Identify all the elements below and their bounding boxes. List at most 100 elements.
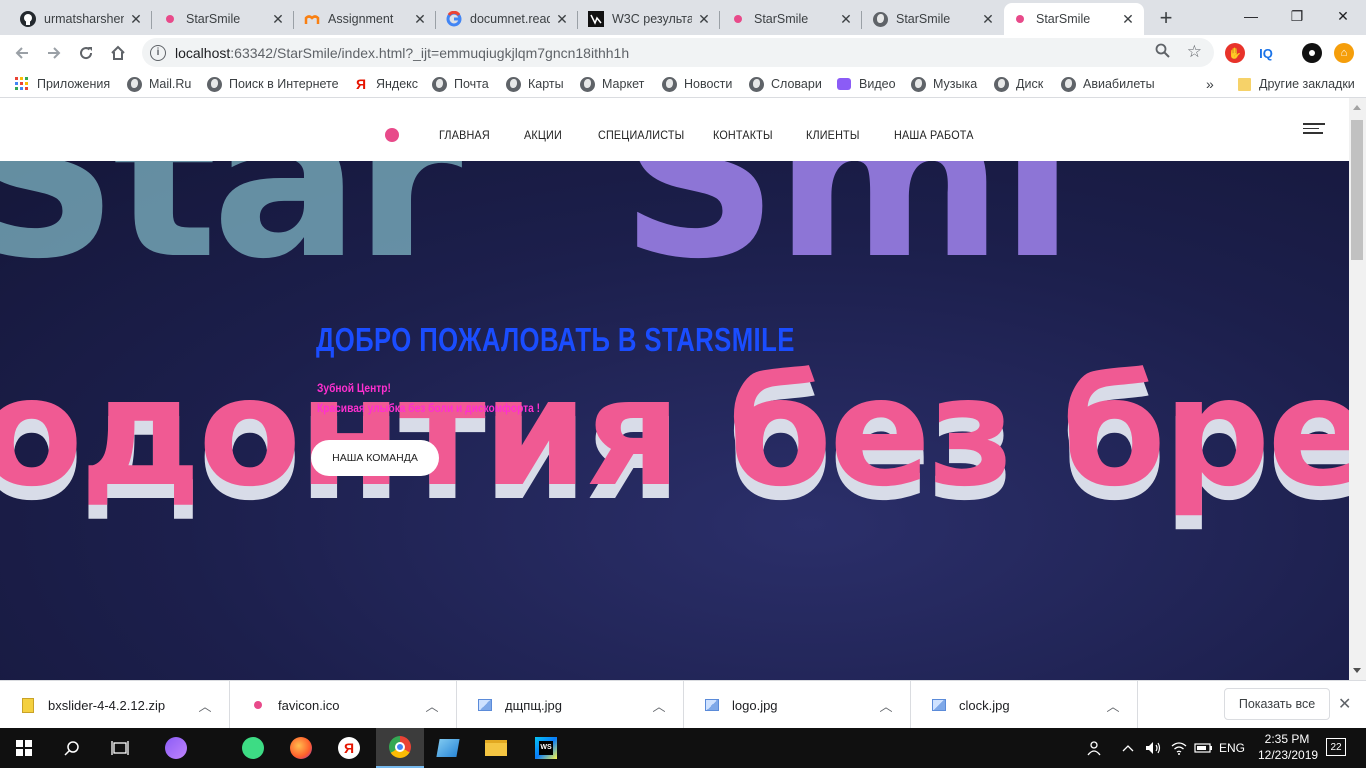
chevron-up-icon[interactable]: ︿ (420, 696, 444, 715)
tab-github[interactable]: urmatsharshen ✕ (12, 3, 152, 35)
maximize-button[interactable]: ❐ (1274, 0, 1320, 32)
bookmarks-overflow-button[interactable]: » (1206, 75, 1214, 93)
reload-button[interactable] (72, 39, 100, 67)
download-item[interactable]: дщпщ.jpg ︿ (457, 681, 684, 729)
taskbar-android-studio[interactable] (229, 728, 277, 768)
iq-extension-icon[interactable]: IQ (1256, 43, 1276, 63)
chevron-up-icon[interactable]: ︿ (647, 696, 671, 715)
search-icon (64, 741, 79, 756)
bookmark-mail[interactable]: Почта (431, 75, 489, 93)
scroll-down-icon[interactable] (1353, 668, 1361, 673)
close-tab-icon[interactable]: ✕ (554, 11, 570, 27)
our-team-button[interactable]: НАША КОМАНДА (311, 440, 439, 476)
site-logo[interactable] (385, 128, 399, 142)
zip-file-icon (20, 697, 36, 713)
profile-avatar[interactable] (1302, 43, 1322, 63)
task-view-button[interactable] (96, 728, 144, 768)
globe-icon (993, 76, 1009, 92)
close-tab-icon[interactable]: ✕ (1120, 11, 1136, 27)
nav-clients[interactable]: КЛИЕНТЫ (806, 128, 860, 142)
bookmark-maps[interactable]: Карты (505, 75, 564, 93)
search-button[interactable] (48, 728, 96, 768)
taskbar-firefox[interactable] (277, 728, 325, 768)
nav-promotions[interactable]: АКЦИИ (524, 128, 562, 142)
show-all-downloads-button[interactable]: Показать все (1224, 688, 1330, 720)
nav-home[interactable]: ГЛАВНАЯ (439, 128, 490, 142)
bookmark-search[interactable]: Поиск в Интернете (206, 75, 339, 93)
taskbar-chrome[interactable] (376, 728, 424, 768)
download-item[interactable]: favicon.ico ︿ (230, 681, 457, 729)
chevron-up-icon[interactable]: ︿ (1101, 696, 1125, 715)
globe-icon (126, 76, 142, 92)
tab-assignment[interactable]: Assignment ✕ (296, 3, 436, 35)
taskbar-app[interactable] (424, 728, 472, 768)
battery-icon[interactable] (1194, 728, 1214, 768)
tab-document[interactable]: documnet.read ✕ (438, 3, 578, 35)
tab-starsmile-1[interactable]: StarSmile ✕ (154, 3, 294, 35)
url-text[interactable]: localhost:63342/StarSmile/index.html?_ij… (175, 45, 629, 61)
cortana-button[interactable] (152, 728, 200, 768)
nav-contacts[interactable]: КОНТАКТЫ (713, 128, 773, 142)
input-language[interactable]: ENG (1219, 728, 1245, 768)
wifi-icon[interactable] (1170, 728, 1188, 768)
forward-button[interactable] (40, 39, 68, 67)
tab-starsmile-3[interactable]: StarSmile ✕ (864, 3, 1004, 35)
yandex-browser-icon: Я (338, 737, 360, 759)
back-button[interactable] (8, 39, 36, 67)
site-info-icon[interactable]: i (150, 44, 166, 61)
bookmark-other[interactable]: Другие закладки (1236, 75, 1355, 93)
close-window-button[interactable]: ✕ (1320, 0, 1366, 32)
tab-w3c[interactable]: W3C результа ✕ (580, 3, 720, 35)
home-button[interactable] (104, 39, 132, 67)
scroll-up-icon[interactable] (1353, 105, 1361, 110)
nav-specialists[interactable]: СПЕЦИАЛИСТЫ (598, 128, 684, 142)
scrollbar-thumb[interactable] (1351, 120, 1363, 260)
zoom-icon[interactable] (1155, 43, 1170, 62)
extension-orange-icon[interactable]: ⌂ (1334, 43, 1354, 63)
system-clock[interactable]: 2:35 PM 12/23/2019 (1258, 731, 1318, 763)
close-tab-icon[interactable]: ✕ (128, 11, 144, 27)
close-tab-icon[interactable]: ✕ (838, 11, 854, 27)
url-host: localhost (175, 44, 231, 61)
tray-chevron-icon[interactable] (1122, 728, 1134, 768)
download-item[interactable]: bxslider-4-4.2.12.zip ︿ (0, 681, 230, 729)
close-tab-icon[interactable]: ✕ (412, 11, 428, 27)
image-file-icon (704, 697, 720, 713)
bookmark-apps[interactable]: Приложения (14, 75, 110, 93)
taskbar-yandex-browser[interactable]: Я (325, 728, 373, 768)
notifications-badge[interactable]: 22 (1326, 738, 1346, 756)
minimize-button[interactable]: — (1228, 0, 1274, 32)
volume-icon[interactable] (1144, 728, 1162, 768)
bookmark-market[interactable]: Маркет (579, 75, 644, 93)
bookmark-mailru[interactable]: Mail.Ru (126, 75, 191, 93)
adblock-extension-icon[interactable]: ✋ (1225, 43, 1245, 63)
nav-our-work[interactable]: НАША РАБОТА (894, 128, 974, 142)
close-tab-icon[interactable]: ✕ (270, 11, 286, 27)
taskbar-webstorm[interactable]: WS (520, 728, 572, 768)
close-downloads-icon[interactable]: ✕ (1338, 694, 1351, 714)
tab-starsmile-2[interactable]: StarSmile ✕ (722, 3, 862, 35)
bookmark-yandex[interactable]: Я Яндекс (353, 75, 418, 93)
bookmark-dictionaries[interactable]: Словари (748, 75, 822, 93)
bookmark-star-icon[interactable]: ☆ (1187, 42, 1202, 62)
bookmark-news[interactable]: Новости (661, 75, 732, 93)
start-button[interactable] (0, 728, 48, 768)
download-item[interactable]: clock.jpg ︿ (911, 681, 1138, 729)
bookmark-video[interactable]: Видео (836, 75, 896, 93)
taskbar-file-explorer[interactable] (472, 728, 520, 768)
chevron-up-icon[interactable]: ︿ (874, 696, 898, 715)
download-item[interactable]: logo.jpg ︿ (684, 681, 911, 729)
close-tab-icon[interactable]: ✕ (980, 11, 996, 27)
chevron-up-icon[interactable]: ︿ (193, 696, 217, 715)
address-bar[interactable]: i localhost:63342/StarSmile/index.html?_… (142, 38, 1214, 67)
page-scrollbar[interactable] (1349, 98, 1366, 680)
tab-starsmile-active[interactable]: StarSmile ✕ (1004, 3, 1144, 35)
hamburger-menu-icon[interactable] (1303, 123, 1327, 137)
back-arrow-icon (15, 47, 28, 59)
new-tab-button[interactable]: + (1153, 5, 1179, 31)
close-tab-icon[interactable]: ✕ (696, 11, 712, 27)
bookmark-flights[interactable]: Авиабилеты (1060, 75, 1155, 93)
bookmark-disk[interactable]: Диск (993, 75, 1043, 93)
people-icon[interactable] (1086, 728, 1102, 768)
bookmark-music[interactable]: Музыка (910, 75, 977, 93)
